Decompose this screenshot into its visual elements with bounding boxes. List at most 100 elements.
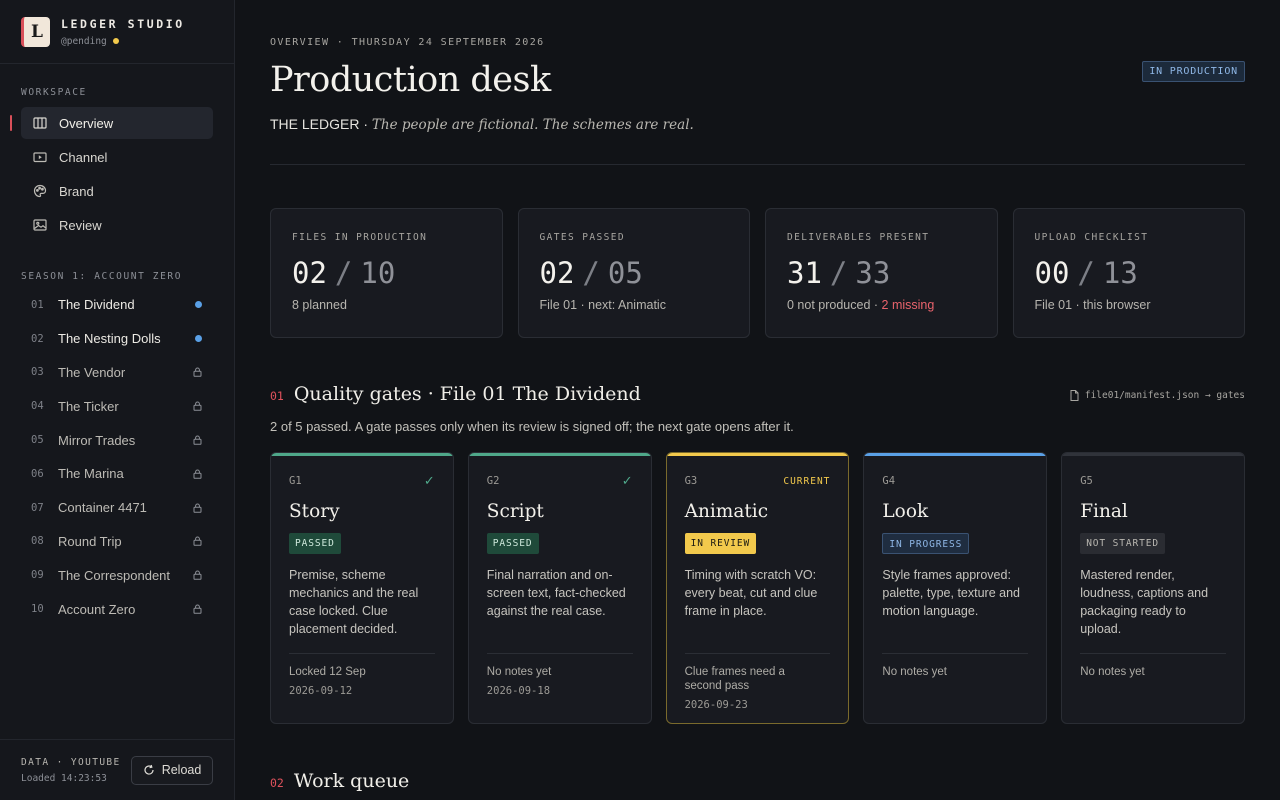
gate-id: G2 [486,475,500,487]
workspace-nav: Overview Channel Brand Review [0,107,234,241]
gates-row: G1 ✓ Story PASSED Premise, scheme mechani… [270,452,1245,724]
divider [486,653,633,654]
gate-description: Premise, scheme mechanics and the real c… [289,568,419,636]
episode-item[interactable]: 04 The Ticker [21,389,213,423]
gates-section-header: 01 Quality gates · File 01 The Dividend [270,383,641,405]
episode-item[interactable]: 02 The Nesting Dolls [21,322,213,356]
nav-item-channel[interactable]: Channel [21,141,213,173]
episode-number: 03 [31,366,44,379]
section-number: 02 [270,776,284,790]
episode-item[interactable]: 06 The Marina [21,457,213,491]
stat-note: 0 not produced · 2 missing [787,298,935,312]
lock-icon [193,536,202,547]
page-subtitle: THE LEDGER · The people are fictional. T… [270,116,694,133]
lock-icon [193,503,202,513]
gate-card-g2[interactable]: G2 ✓ Script PASSED Final narration and on… [467,452,652,724]
stat-label: DELIVERABLES PRESENT [787,232,930,243]
season-label: SEASON 1: ACCOUNT ZERO [21,271,183,282]
sidebar: L LEDGER STUDIO @pending WORKSPACE Overv… [0,0,235,800]
columns-icon [33,116,47,130]
gate-status-badge: IN PROGRESS [882,533,970,554]
current-label: CURRENT [783,475,831,487]
stat-value: 02/10 [292,256,396,290]
nav-item-review[interactable]: Review [21,209,213,241]
episode-title: Account Zero [58,601,136,617]
reload-button[interactable]: Reload [131,755,213,785]
nav-item-brand[interactable]: Brand [21,175,213,207]
nav-label: Brand [59,183,94,199]
gate-card-g5[interactable]: G5 Final NOT STARTED Mastered render, lo… [1061,452,1245,724]
gate-card-g1[interactable]: G1 ✓ Story PASSED Premise, scheme mechani… [270,452,454,724]
episode-number: 07 [31,501,44,514]
lock-icon [193,469,202,479]
episode-title: The Nesting Dolls [58,331,161,347]
gates-description: 2 of 5 passed. A gate passes only when i… [270,419,794,434]
reload-label: Reload [161,763,202,777]
file-icon [1070,390,1079,401]
section-title: Work queue [293,770,410,792]
gate-card-g4[interactable]: G4 Look IN PROGRESS Style frames approve… [863,452,1048,724]
divider [882,653,1029,654]
episode-number: 09 [31,569,44,582]
data-source: DATA · YOUTUBE [21,756,121,768]
episode-item[interactable]: 01 The Dividend [21,288,213,322]
stat-note: File 01 · this browser [1034,298,1151,312]
episode-number: 10 [31,603,44,616]
section-title: Quality gates · File 01 The Dividend [293,383,641,405]
stat-value: 02/05 [539,256,643,290]
episode-item[interactable]: 10 Account Zero [21,592,213,626]
stats-row: FILES IN PRODUCTION 02/10 8 planned GATE… [270,208,1245,338]
episode-title: The Marina [58,466,124,482]
divider [289,653,435,654]
episode-item[interactable]: 05 Mirror Trades [21,423,213,457]
gate-note: No notes yet [486,666,552,678]
episode-number: 04 [31,400,44,413]
stat-label: FILES IN PRODUCTION [292,232,428,243]
brand-header: L LEDGER STUDIO @pending [0,0,234,64]
stat-note: 8 planned [292,298,347,312]
stat-card-gates: GATES PASSED 02/05 File 01 · next: Anima… [517,208,750,338]
episode-item[interactable]: 08 Round Trip [21,525,213,559]
episode-number: 01 [31,298,44,311]
gate-title: Look [882,501,929,522]
gate-date: 2026-09-18 [486,685,551,697]
gate-status-badge: NOT STARTED [1080,533,1166,554]
episode-title: The Dividend [58,297,135,313]
nav-label: Review [59,217,102,233]
gate-card-g3[interactable]: G3 CURRENT Animatic IN REVIEW Timing with… [665,452,850,724]
gate-title: Final [1080,501,1128,522]
episode-title: The Correspondent [58,567,171,583]
episode-item[interactable]: 09 The Correspondent [21,558,213,592]
episode-number: 02 [31,332,44,345]
gate-title: Animatic [684,501,769,522]
stat-value: 31/33 [787,256,891,290]
gate-note: Locked 12 Sep [289,666,366,678]
episode-number: 06 [31,467,44,480]
refresh-icon [143,764,155,776]
episode-item[interactable]: 03 The Vendor [21,356,213,390]
nav-item-overview[interactable]: Overview [10,107,213,139]
workspace-label: WORKSPACE [21,87,87,98]
brand-handle: @pending [61,36,185,47]
active-dot-icon [195,301,202,309]
handle-text: @pending [61,35,107,47]
episode-number: 08 [31,535,44,548]
gate-title: Script [486,501,544,522]
episode-item[interactable]: 07 Container 4471 [21,491,213,525]
breadcrumb: OVERVIEW · THURSDAY 24 SEPTEMBER 2026 [270,37,545,48]
stat-card-files: FILES IN PRODUCTION 02/10 8 planned [270,208,503,338]
gate-description: Timing with scratch VO: every beat, cut … [684,568,818,618]
manifest-link[interactable]: file01/manifest.json → gates [1070,390,1245,401]
gate-id: G4 [882,475,896,487]
show-name: THE LEDGER [270,116,360,132]
section-number: 01 [270,389,284,403]
episode-title: Mirror Trades [58,432,136,448]
active-dot-icon [195,335,202,343]
status-badge: IN PRODUCTION [1142,61,1245,82]
lock-icon [193,435,202,445]
gate-id: G1 [289,475,302,487]
stat-note: File 01 · next: Animatic [539,298,666,312]
tagline: The people are fictional. The schemes ar… [371,117,694,133]
stat-label: UPLOAD CHECKLIST [1034,232,1149,243]
gate-id: G3 [684,475,698,487]
